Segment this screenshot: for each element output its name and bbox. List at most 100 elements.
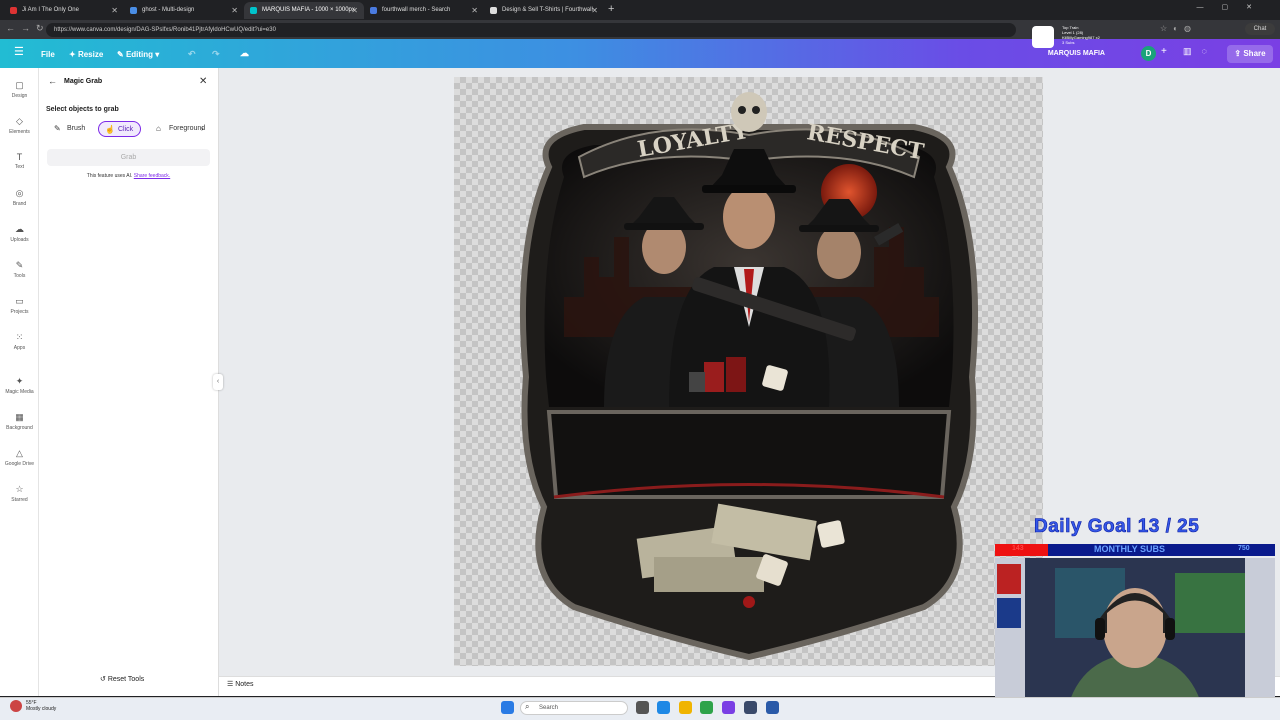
brush-icon: ✎	[54, 124, 61, 133]
chevron-right-icon[interactable]: ›	[201, 124, 204, 133]
window-controls[interactable]: —▢✕	[1197, 3, 1270, 11]
add-collaborator-icon[interactable]: +	[1161, 46, 1167, 57]
close-icon[interactable]: ✕	[199, 76, 207, 87]
rail-item-label: Text	[14, 164, 25, 170]
rail-item-starred[interactable]: ☆ Starred	[0, 484, 39, 503]
rail-item-label: Elements	[9, 129, 30, 135]
design-title[interactable]: MARQUIS MAFIA	[1048, 50, 1105, 57]
elements-icon: ◇	[16, 116, 23, 126]
apps-icon: ⁙	[15, 332, 24, 342]
rail-item-text[interactable]: T Text	[0, 152, 39, 170]
select-objects-label: Select objects to grab	[46, 106, 119, 113]
rail-item-brand[interactable]: ◎ Brand	[0, 188, 39, 207]
new-tab-button[interactable]: +	[608, 3, 614, 15]
click-mode-button[interactable]: ☝ Click	[98, 121, 141, 137]
train-icon	[1032, 26, 1054, 48]
rail-item-magic-media[interactable]: ✦ Magic Media	[0, 376, 39, 395]
toolbar-action-icons[interactable]: ▥◌	[1183, 46, 1217, 57]
weather-icon	[10, 700, 22, 712]
rail-item-projects[interactable]: ▭ Projects	[0, 296, 39, 315]
extension-icons[interactable]: ☆◐◍	[1160, 24, 1197, 33]
rail-item-label: Magic Media	[5, 389, 34, 395]
nav-buttons[interactable]: ←→↻	[6, 23, 50, 34]
star-icon: ☆	[15, 484, 24, 494]
canva-favicon-icon	[250, 7, 257, 14]
file-menu[interactable]: File	[41, 50, 55, 59]
cloud-save-icon[interactable]: ☁	[240, 48, 249, 59]
rail-item-apps[interactable]: ⁙ Apps	[0, 332, 39, 351]
notes-button[interactable]: ☰ Notes	[227, 680, 254, 688]
browser-tab[interactable]: ghost - Multi-design ✕	[124, 2, 244, 19]
avatar[interactable]: D	[1141, 46, 1156, 61]
magic-media-icon: ✦	[15, 376, 24, 386]
rail-item-background[interactable]: ▦ Background	[0, 412, 39, 431]
favicon-icon	[10, 7, 17, 14]
back-arrow-icon[interactable]: ←	[48, 76, 57, 86]
close-tab-icon[interactable]: ✕	[111, 2, 118, 19]
rail-item-elements[interactable]: ◇ Elements	[0, 116, 39, 135]
webcam-feed	[995, 558, 1275, 720]
redo-icon[interactable]: ↷	[212, 49, 220, 60]
edge-icon[interactable]	[657, 701, 670, 714]
hype-train-info: Top Train Level 1 (28) KilBillyGaming987…	[1062, 25, 1100, 45]
browser-tab[interactable]: Design & Sell T-Shirts | Fourthwall ✕	[484, 2, 604, 19]
grab-button[interactable]: Grab	[47, 149, 210, 166]
app-icon[interactable]	[722, 701, 735, 714]
ai-notice: This feature uses AI. Share feedback.	[86, 173, 171, 179]
favicon-icon	[130, 7, 137, 14]
editing-dropdown[interactable]: ✎ Editing ▾	[117, 50, 159, 59]
weather-widget[interactable]: 55°F Mostly cloudy	[26, 700, 56, 712]
tools-icon: ✎	[15, 260, 24, 270]
share-button[interactable]: ⇪ Share	[1227, 45, 1273, 63]
taskbar-search[interactable]: Search	[520, 701, 628, 715]
design-page[interactable]: LOYALTY RESPECT	[454, 77, 1043, 666]
task-view-icon[interactable]	[636, 701, 649, 714]
browser-tab-active[interactable]: MARQUIS MAFIA - 1000 × 1000px ✕	[244, 2, 364, 19]
favicon-icon	[490, 7, 497, 14]
close-tab-icon[interactable]: ✕	[231, 2, 238, 19]
foreground-icon: ⌂	[156, 124, 161, 133]
browser-tab[interactable]: Ji Am I The Only One ✕	[4, 2, 124, 19]
app-icon[interactable]	[744, 701, 757, 714]
uploads-icon: ☁	[15, 224, 24, 234]
pointer-icon: ☝	[105, 125, 115, 134]
chat-button[interactable]: Chat	[1245, 23, 1275, 35]
rail-item-label: Apps	[13, 345, 26, 351]
rail-item-label: Uploads	[10, 237, 29, 243]
rail-item-google-drive[interactable]: △ Google Drive	[0, 448, 39, 467]
browser-tab[interactable]: fourthwall merch - Search ✕	[364, 2, 484, 19]
subs-label: MONTHLY SUBS	[1094, 544, 1166, 554]
close-tab-icon[interactable]: ✕	[351, 2, 358, 19]
menu-icon[interactable]: ☰	[14, 45, 24, 58]
rail-item-label: Google Drive	[4, 461, 35, 467]
close-tab-icon[interactable]: ✕	[471, 2, 478, 19]
url-field[interactable]: https://www.canva.com/design/DAG-SPslfxs…	[46, 23, 1016, 37]
favicon-icon	[370, 7, 377, 14]
die	[817, 520, 845, 548]
daily-goal-text: Daily Goal 13 / 25	[1034, 516, 1200, 538]
file-explorer-icon[interactable]	[679, 701, 692, 714]
share-feedback-link[interactable]: Share feedback.	[134, 173, 170, 179]
rail-item-label: Projects	[10, 309, 29, 315]
subs-max: 750	[1238, 545, 1250, 552]
close-tab-icon[interactable]: ✕	[591, 2, 598, 19]
rail-item-label: Tools	[13, 273, 26, 279]
brand-icon: ◎	[15, 188, 24, 198]
rail-item-label: Design	[11, 93, 28, 99]
panel-title: Magic Grab	[64, 78, 103, 85]
foreground-mode-button[interactable]: ⌂ Foreground	[150, 121, 208, 137]
windows-start-icon[interactable]	[501, 701, 514, 714]
rail-item-label: Starred	[11, 497, 28, 503]
brush-mode-button[interactable]: ✎ Brush	[48, 121, 94, 137]
app-icon[interactable]	[766, 701, 779, 714]
rail-item-design[interactable]: ▢ Design	[0, 80, 39, 99]
skull	[731, 92, 767, 132]
rail-item-tools[interactable]: ✎ Tools	[0, 260, 39, 279]
subs-current: 143	[1012, 545, 1024, 552]
reset-tools-button[interactable]: ↺ Reset Tools	[100, 675, 144, 683]
chrome-icon[interactable]	[700, 701, 713, 714]
collapse-panel-button[interactable]: ‹	[213, 374, 223, 390]
resize-button[interactable]: ✦ Resize	[69, 50, 103, 59]
rail-item-uploads[interactable]: ☁ Uploads	[0, 224, 39, 243]
undo-icon[interactable]: ↶	[188, 49, 196, 60]
